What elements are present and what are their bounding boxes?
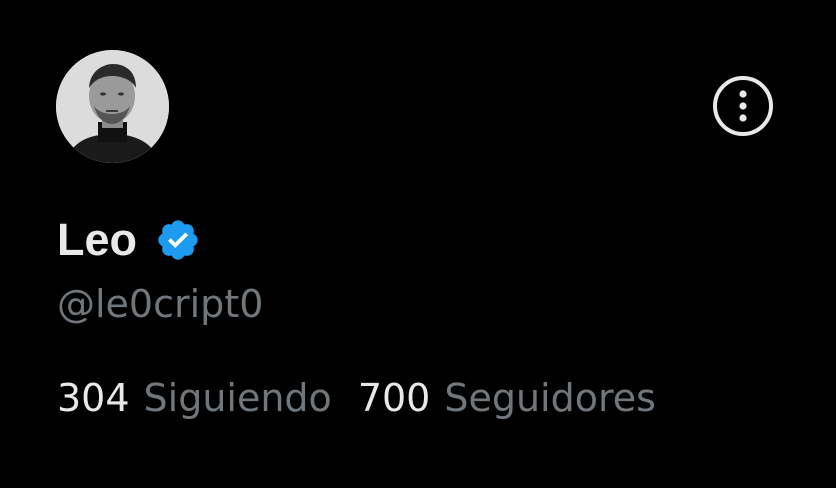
verified-badge[interactable] xyxy=(155,217,201,263)
profile-stats: 304 Siguiendo 700 Seguidores xyxy=(57,372,656,424)
following-label: Siguiendo xyxy=(143,376,332,420)
followers-count: 700 xyxy=(357,376,431,420)
avatar[interactable] xyxy=(56,50,169,163)
profile-handle: @le0cript0 xyxy=(57,282,264,326)
followers-label: Seguidores xyxy=(444,376,656,420)
following-count: 304 xyxy=(57,376,130,420)
more-options-icon xyxy=(739,90,747,122)
verified-badge-icon xyxy=(158,220,198,260)
profile-name-row: Leo xyxy=(57,212,201,268)
more-options-button[interactable] xyxy=(713,76,773,136)
avatar-image xyxy=(56,50,169,163)
following-stat[interactable]: 304 Siguiendo xyxy=(57,372,332,424)
followers-stat[interactable]: 700 Seguidores xyxy=(358,372,656,424)
display-name: Leo xyxy=(57,214,138,265)
